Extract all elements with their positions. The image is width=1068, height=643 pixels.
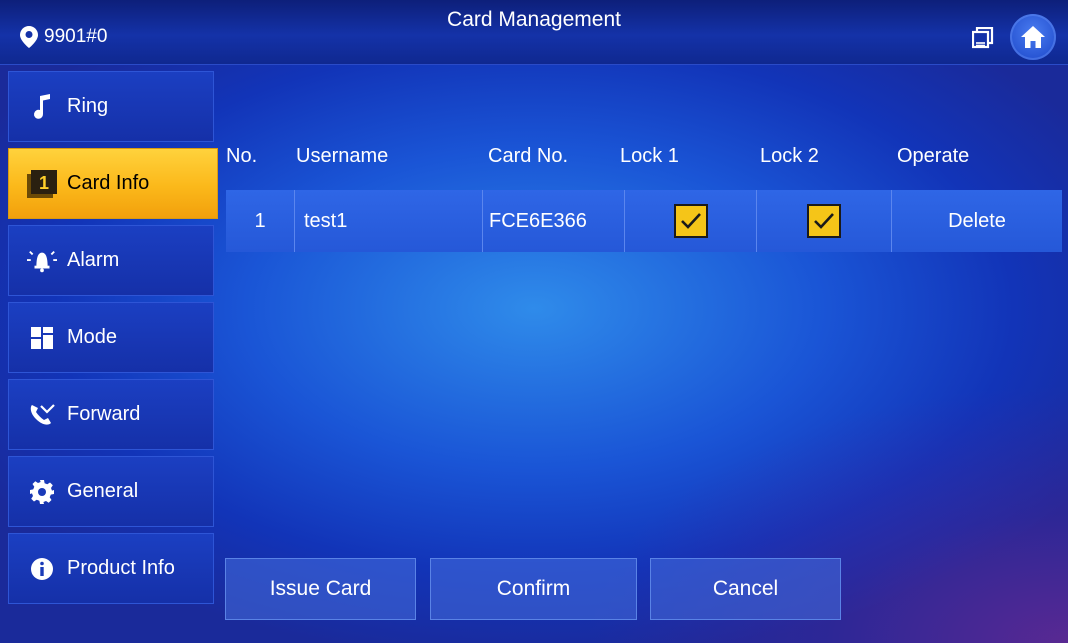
checkmark-icon [680,213,701,229]
gear-icon [27,479,57,504]
sidebar-item-product-info[interactable]: Product Info [8,533,214,604]
home-button[interactable] [1010,14,1056,60]
cell-lock1 [625,190,757,252]
card-badge: 1 [39,173,49,193]
sidebar-item-label: Alarm [67,249,120,271]
delete-button[interactable]: Delete [892,190,1062,252]
sidebar-item-label: General [67,480,139,502]
call-forward-icon [27,403,57,427]
checkmark-icon [814,213,834,229]
lock1-checkbox[interactable] [673,204,708,238]
column-header-no: No. [226,145,258,167]
mode-grid-icon [27,326,57,349]
column-header-operate: Operate [897,145,970,167]
sidebar-item-card-info[interactable]: 1 Card Info [8,148,218,219]
column-header-lock2: Lock 2 [760,145,819,167]
cell-no: 1 [226,190,295,252]
info-icon [27,557,57,581]
sidebar-item-alarm[interactable]: Alarm [8,225,214,296]
sidebar-item-ring[interactable]: Ring [8,71,214,142]
column-header-card-no: Card No. [488,145,569,167]
music-note-icon [27,93,57,120]
top-bar: 9901#0 Card Management [0,0,1068,65]
sidebar-item-label: Ring [67,95,109,117]
monitor-icon[interactable] [971,26,994,56]
sidebar-item-mode[interactable]: Mode [8,302,214,373]
home-icon [1021,26,1045,48]
cancel-button[interactable]: Cancel [650,558,841,620]
confirm-button[interactable]: Confirm [430,558,637,620]
alarm-bell-icon [27,249,57,273]
sidebar-item-forward[interactable]: Forward [8,379,214,450]
cell-card-no: FCE6E366 [483,190,625,252]
column-header-username: Username [296,145,389,167]
sidebar-item-general[interactable]: General [8,456,214,527]
cell-lock2 [757,190,892,252]
sidebar-item-label: Card Info [67,172,150,194]
sidebar-item-label: Product Info [67,557,175,579]
issue-card-button[interactable]: Issue Card [225,558,416,620]
card-number-icon: 1 [27,169,57,198]
sidebar-item-label: Forward [67,403,141,425]
page-title: Card Management [447,8,621,31]
sidebar-item-label: Mode [67,326,118,348]
lock2-checkbox[interactable] [807,204,841,238]
cell-username: test1 [295,190,483,252]
column-header-lock1: Lock 1 [620,145,679,167]
